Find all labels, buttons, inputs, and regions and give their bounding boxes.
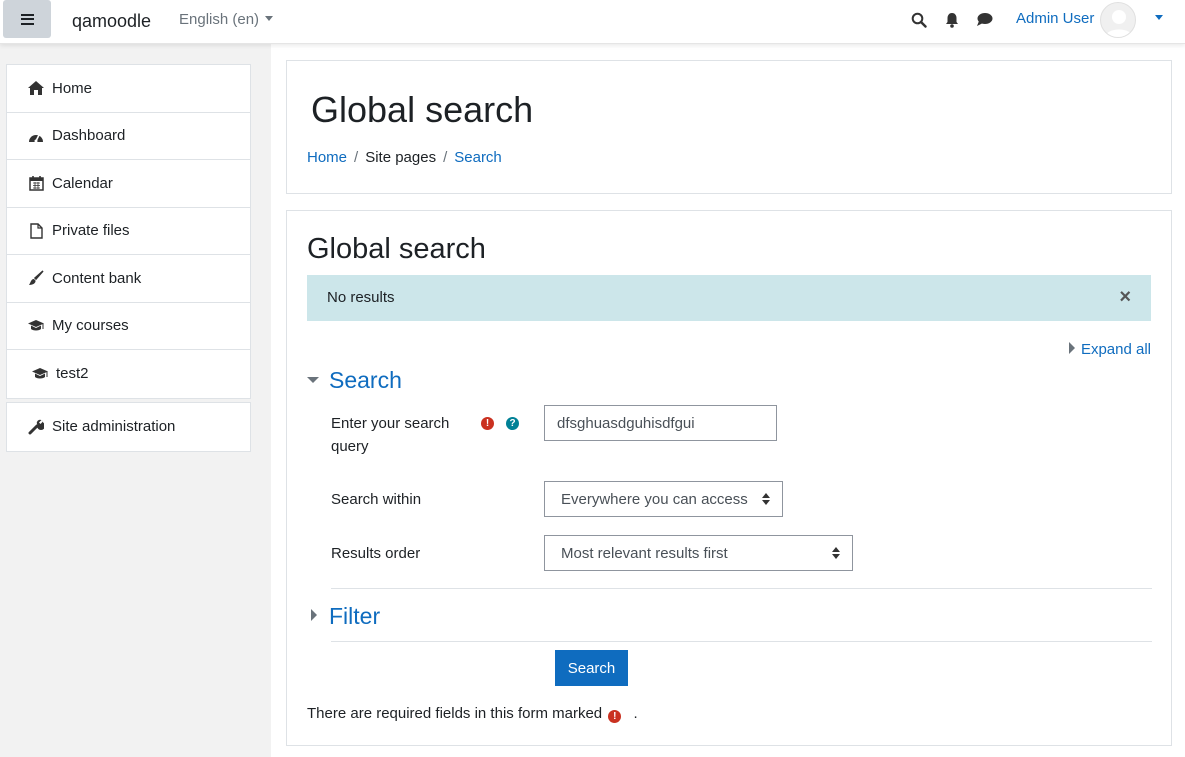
select-arrows-icon (832, 546, 840, 560)
select-arrows-icon (762, 492, 770, 506)
results-order-value: Most relevant results first (561, 544, 728, 562)
sidebar-item-label: Calendar (52, 174, 113, 192)
required-fields-note: There are required fields in this form m… (307, 705, 638, 723)
search-section-toggle[interactable]: Search (307, 367, 402, 394)
breadcrumb-search-link[interactable]: Search (454, 149, 502, 166)
sidebar-item-label: Private files (52, 222, 130, 240)
expand-all-link[interactable]: Expand all (1068, 341, 1151, 358)
no-results-alert: No results × (307, 275, 1151, 321)
user-menu-chevron-icon[interactable] (1155, 15, 1163, 20)
site-brand[interactable]: qamoodle (72, 11, 151, 32)
filter-section-toggle[interactable]: Filter (311, 603, 380, 630)
calendar-icon (28, 176, 44, 191)
home-icon (28, 81, 44, 96)
chat-icon[interactable] (976, 12, 993, 27)
expand-all-label: Expand all (1080, 341, 1151, 358)
sidebar-item-private-files[interactable]: Private files (7, 208, 250, 255)
breadcrumb-site-pages: Site pages (365, 149, 437, 166)
bell-icon[interactable] (945, 12, 959, 28)
search-icon[interactable] (911, 12, 927, 28)
wrench-icon (28, 419, 44, 435)
breadcrumb: Home / Site pages / Search (307, 149, 502, 166)
breadcrumb-separator: / (354, 149, 359, 166)
within-label: Search within (331, 491, 422, 508)
sidebar-item-my-courses[interactable]: My courses (7, 303, 250, 350)
menu-toggle-button[interactable] (3, 0, 51, 38)
close-icon[interactable]: × (1119, 287, 1131, 307)
caret-right-icon (311, 608, 317, 621)
top-navbar: qamoodle English (en) Admin User (0, 0, 1185, 44)
sidebar-item-label: test2 (56, 365, 89, 383)
sidebar-item-site-administration[interactable]: Site administration (7, 403, 250, 451)
chevron-down-icon (265, 15, 274, 21)
caret-down-icon (307, 377, 319, 383)
filter-section-title: Filter (329, 603, 381, 629)
required-icon: ! (608, 710, 622, 723)
graduation-cap-icon (28, 319, 44, 331)
breadcrumb-separator: / (443, 149, 448, 166)
sidebar-item-label: My courses (52, 317, 129, 335)
sidebar-item-label: Home (52, 79, 93, 97)
divider (331, 641, 1152, 642)
dashboard-icon (29, 134, 43, 143)
user-icon (1105, 10, 1133, 37)
sidebar-item-calendar[interactable]: Calendar (7, 160, 250, 208)
divider (331, 588, 1152, 589)
sidebar-item-dashboard[interactable]: Dashboard (7, 113, 250, 160)
sidebar-item-content-bank[interactable]: Content bank (7, 255, 250, 303)
breadcrumb-home-link[interactable]: Home (307, 149, 347, 166)
alert-message: No results (327, 289, 395, 306)
search-section-title: Search (329, 367, 402, 393)
query-label: Enter your search query (331, 415, 450, 455)
nav-drawer: Home Dashboard Calendar Private files Co… (0, 44, 271, 757)
caret-right-icon (1068, 342, 1075, 355)
language-label: English (en) (179, 11, 260, 28)
sidebar-item-home[interactable]: Home (7, 65, 250, 113)
required-icon: ! (481, 417, 494, 430)
sidebar-item-label: Dashboard (52, 127, 126, 145)
page-title: Global search (311, 89, 534, 130)
brush-icon (29, 270, 44, 286)
sidebar-item-label: Content bank (52, 269, 142, 287)
required-note-end: . (633, 705, 638, 722)
avatar[interactable] (1100, 2, 1136, 38)
page-header: Global search Home / Site pages / Search (286, 60, 1172, 194)
file-icon (29, 223, 43, 239)
search-within-select[interactable]: Everywhere you can access (544, 481, 783, 517)
graduation-cap-icon (32, 367, 48, 379)
sidebar-item-label: Site administration (52, 418, 176, 436)
search-button[interactable]: Search (555, 650, 628, 686)
nav-admin-group: Site administration (6, 402, 251, 452)
help-icon[interactable]: ? (506, 417, 519, 430)
content-heading: Global search (307, 233, 486, 265)
sidebar-item-course-test2[interactable]: test2 (7, 350, 250, 398)
language-menu[interactable]: English (en) (179, 11, 274, 28)
search-within-value: Everywhere you can access (561, 490, 748, 508)
search-query-input[interactable] (544, 405, 777, 441)
main-content: Global search No results × Expand all Se… (286, 210, 1172, 746)
nav-main-group: Home Dashboard Calendar Private files Co… (6, 64, 251, 399)
order-label: Results order (331, 545, 421, 562)
menu-icon (20, 13, 34, 25)
user-name-link[interactable]: Admin User (1016, 10, 1094, 27)
results-order-select[interactable]: Most relevant results first (544, 535, 853, 571)
required-note-text: There are required fields in this form m… (307, 705, 603, 722)
